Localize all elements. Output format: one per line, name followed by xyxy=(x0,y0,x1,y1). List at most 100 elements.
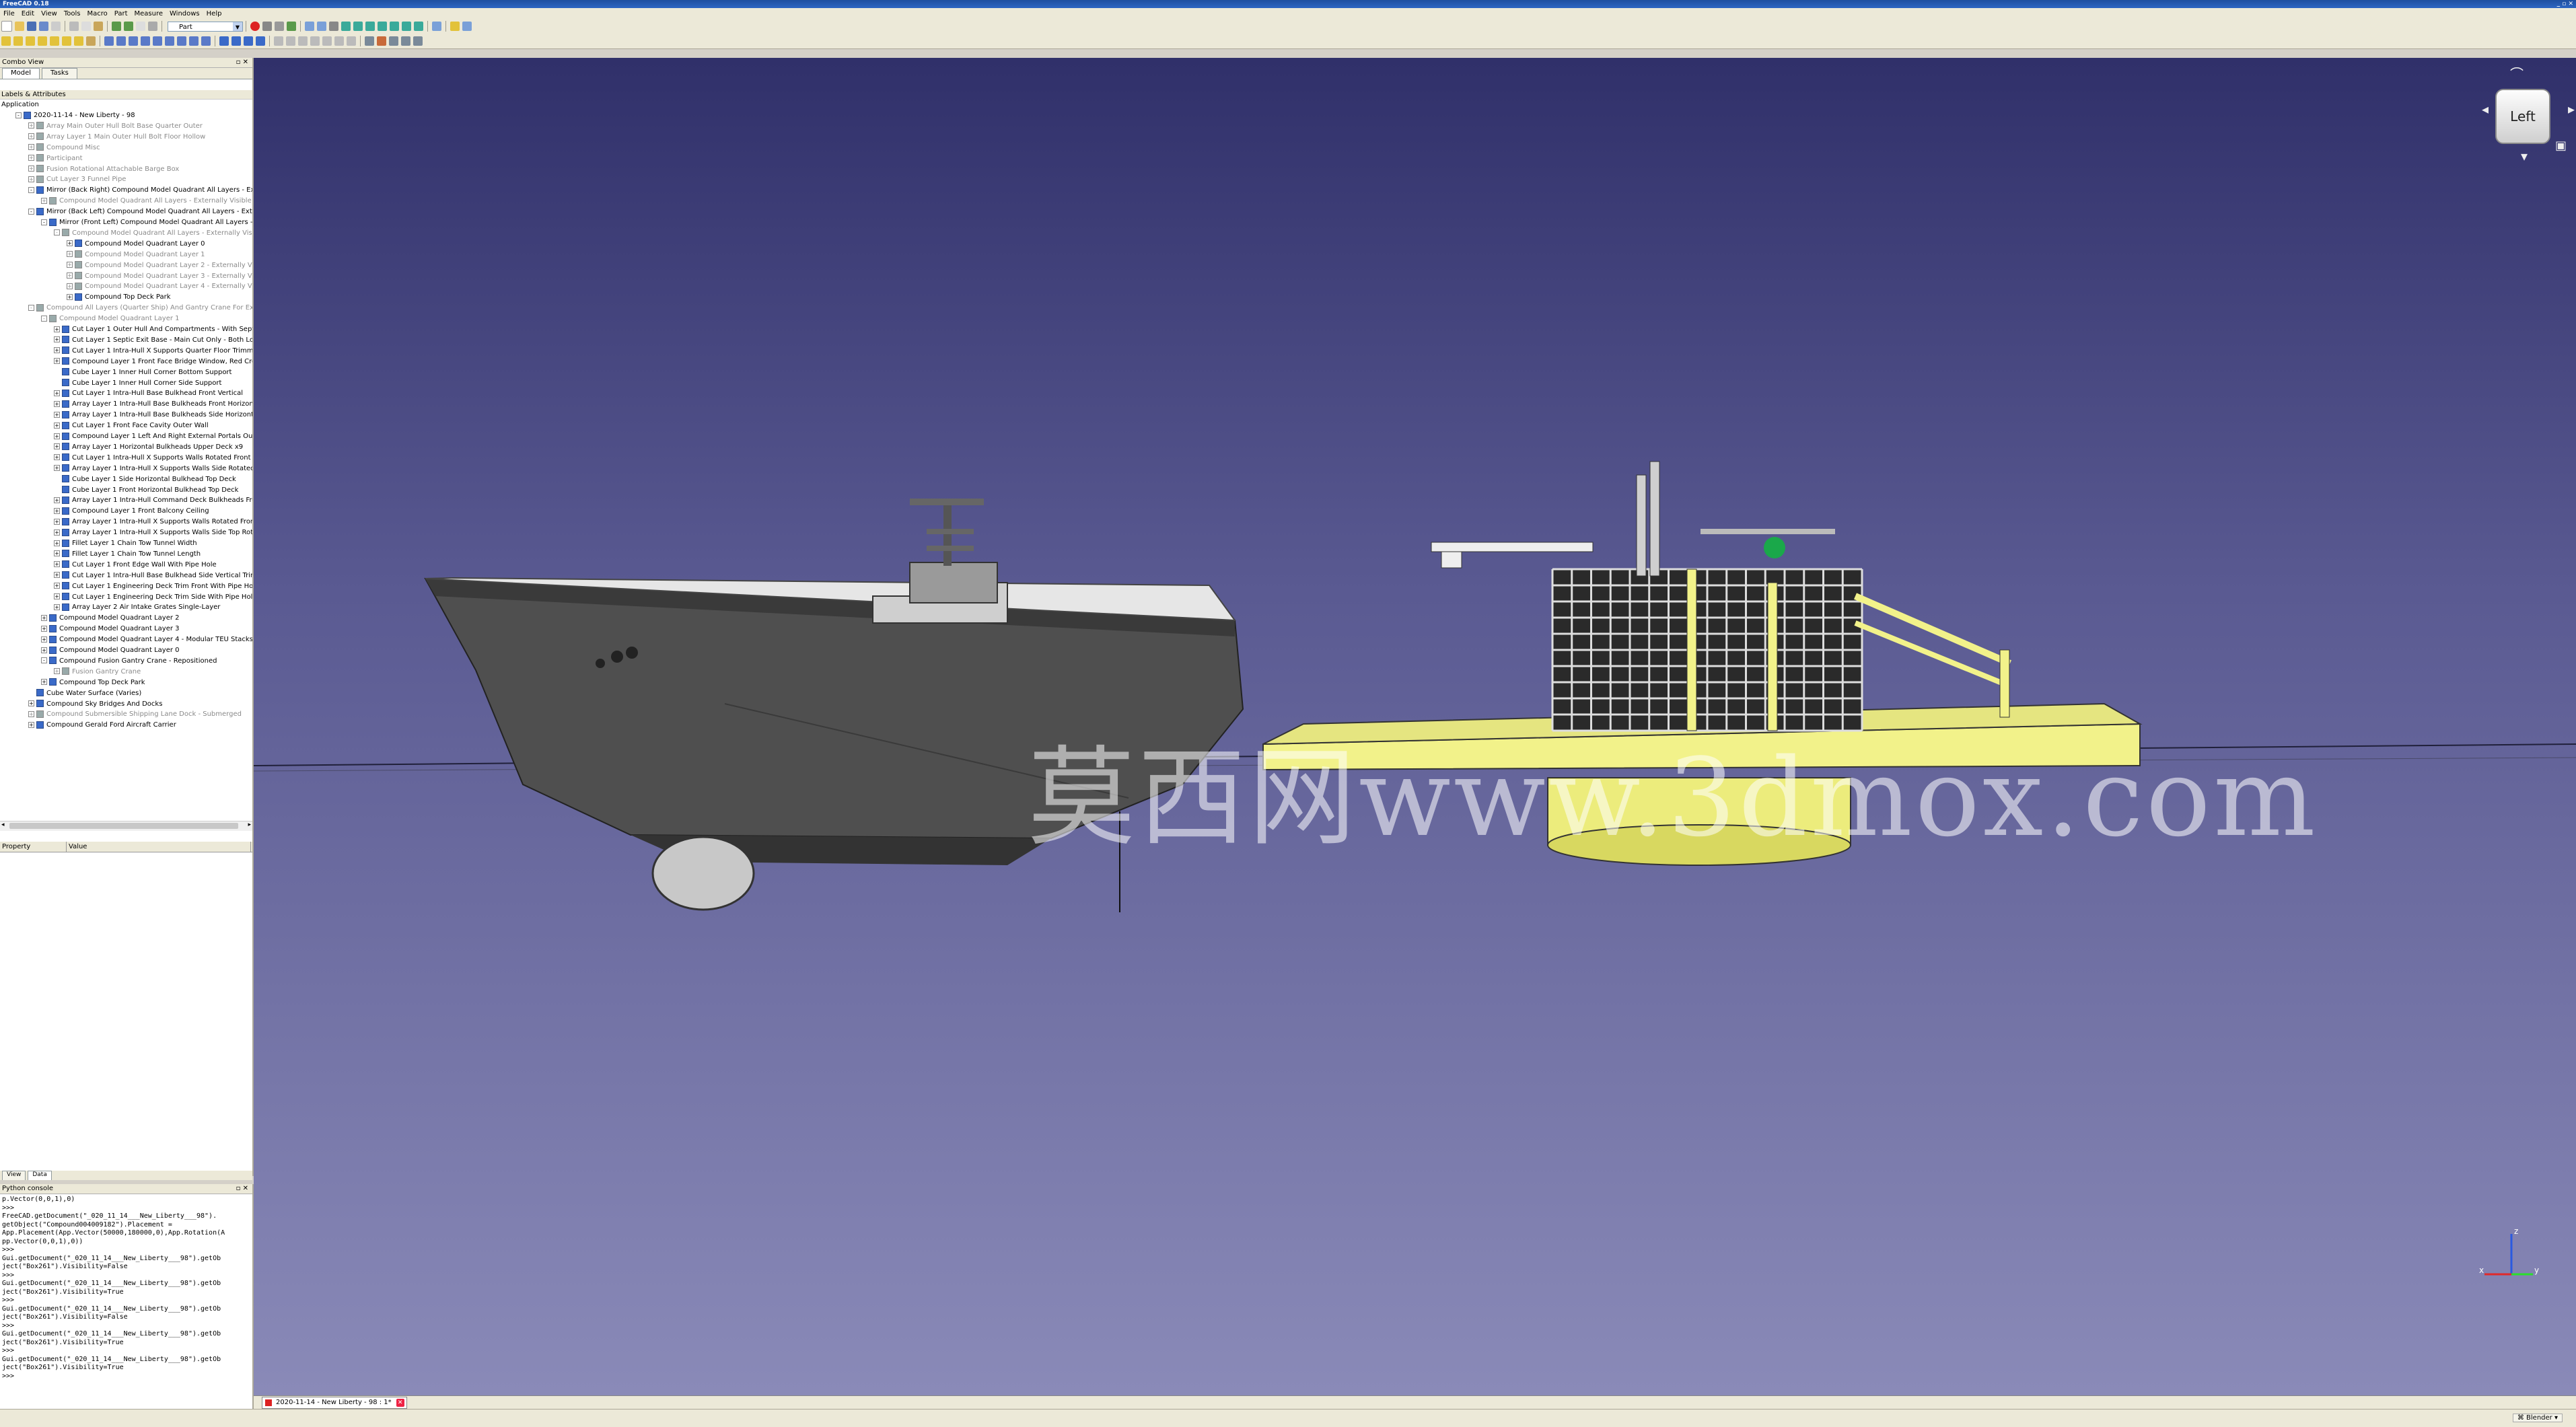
close-tab-icon[interactable]: ✕ xyxy=(396,1399,404,1407)
expand-icon[interactable]: + xyxy=(54,433,60,439)
print-icon[interactable] xyxy=(51,22,61,31)
menu-macro[interactable]: Macro xyxy=(83,10,110,17)
menu-measure[interactable]: Measure xyxy=(131,10,167,17)
open-icon[interactable] xyxy=(15,22,24,31)
expand-icon[interactable]: + xyxy=(54,465,60,472)
toggle-3d-icon[interactable] xyxy=(334,36,344,46)
rotate-up-icon[interactable]: ⌒ xyxy=(2510,63,2524,83)
tree-item[interactable]: + Cut Layer 3 Funnel Pipe xyxy=(0,174,252,184)
tab-view[interactable]: View xyxy=(2,1171,26,1180)
scroll-right-icon[interactable]: ▸ xyxy=(248,821,251,828)
fit-selection-icon[interactable] xyxy=(317,22,326,31)
tree-horizontal-scrollbar[interactable]: ◂ ▸ xyxy=(0,821,252,831)
expand-icon[interactable]: + xyxy=(67,272,73,279)
clear-all-icon[interactable] xyxy=(310,36,320,46)
workbench-selector[interactable]: Part ▼ xyxy=(168,21,243,32)
cross-sections-icon[interactable] xyxy=(401,36,410,46)
expand-icon[interactable]: + xyxy=(54,497,60,503)
expand-icon[interactable]: + xyxy=(28,144,34,151)
tree-item[interactable]: - Mirror (Front Left) Compound Model Quad… xyxy=(0,217,252,227)
cut-boolean-icon[interactable] xyxy=(231,36,241,46)
navigation-cube[interactable]: Left xyxy=(2495,89,2550,144)
tree-item[interactable]: + Participant xyxy=(0,153,252,163)
expand-icon[interactable]: + xyxy=(54,422,60,429)
tree-item[interactable]: + Compound Layer 1 Front Face Bridge Wind… xyxy=(0,357,252,367)
tree-item[interactable]: - Mirror (Back Left) Compound Model Quadr… xyxy=(0,207,252,217)
tree-item[interactable]: + Cut Layer 1 Engineering Deck Trim Front… xyxy=(0,581,252,591)
tree-item[interactable]: + Cut Layer 1 Outer Hull And Compartments… xyxy=(0,324,252,334)
menu-view[interactable]: View xyxy=(38,10,61,17)
expand-icon[interactable]: + xyxy=(41,636,47,643)
tree-item[interactable]: + Array Main Outer Hull Bolt Base Quarter… xyxy=(0,121,252,131)
shape-builder-icon[interactable] xyxy=(86,36,96,46)
tree-item[interactable]: + Array Layer 1 Intra-Hull Base Bulkheads… xyxy=(0,410,252,420)
rotate-left-icon[interactable]: ◂ xyxy=(2482,101,2489,117)
chamfer-icon[interactable] xyxy=(153,36,162,46)
expand-icon[interactable]: + xyxy=(41,647,47,653)
expand-icon[interactable]: + xyxy=(28,155,34,161)
view-right-icon[interactable] xyxy=(378,22,387,31)
cone-icon[interactable] xyxy=(38,36,47,46)
scroll-left-icon[interactable]: ◂ xyxy=(1,821,5,828)
tree-item[interactable]: + Array Layer 1 Intra-Hull X Supports Wal… xyxy=(0,517,252,527)
view-isometric-icon[interactable] xyxy=(341,22,351,31)
tree-item[interactable]: + Compound Model Quadrant Layer 0 xyxy=(0,645,252,655)
expand-icon[interactable]: + xyxy=(54,561,60,568)
tree-item[interactable]: + Compound Layer 1 Left And Right Externa… xyxy=(0,431,252,441)
primitives-icon[interactable] xyxy=(74,36,83,46)
save-icon[interactable] xyxy=(27,22,36,31)
tree-item[interactable]: + Compound Top Deck Park xyxy=(0,292,252,302)
tab-tasks[interactable]: Tasks xyxy=(42,68,77,79)
ruled-surface-icon[interactable] xyxy=(177,36,186,46)
tree-item[interactable]: + Compound Top Deck Park xyxy=(0,678,252,688)
tree-item[interactable]: + Compound Model Quadrant Layer 1 xyxy=(0,250,252,260)
scroll-thumb[interactable] xyxy=(9,823,238,829)
make-face-icon[interactable] xyxy=(165,36,174,46)
tree-item[interactable]: + Compound Model Quadrant Layer 4 - Exter… xyxy=(0,281,252,291)
expand-icon[interactable]: + xyxy=(54,347,60,354)
expand-icon[interactable]: + xyxy=(28,166,34,172)
tree-item[interactable]: - Compound All Layers (Quarter Ship) And … xyxy=(0,303,252,313)
expand-icon[interactable]: + xyxy=(54,326,60,332)
view-top-icon[interactable] xyxy=(365,22,375,31)
section-icon[interactable] xyxy=(389,36,398,46)
tree-item[interactable]: Cube Layer 1 Inner Hull Corner Side Supp… xyxy=(0,378,252,388)
tree-item[interactable]: + Array Layer 1 Intra-Hull X Supports Wal… xyxy=(0,464,252,474)
document-tab[interactable]: 2020-11-14 - New Liberty - 98 : 1* ✕ xyxy=(262,1397,407,1409)
navigation-style-selector[interactable]: ⌘ Blender ▾ xyxy=(2512,1414,2563,1422)
extrude-icon[interactable] xyxy=(104,36,114,46)
view-menu-icon[interactable]: ▣ xyxy=(2555,139,2567,153)
intersection-icon[interactable] xyxy=(256,36,265,46)
collapse-icon[interactable]: - xyxy=(41,315,47,322)
revolve-icon[interactable] xyxy=(116,36,126,46)
tree-item[interactable]: + Cut Layer 1 Front Edge Wall With Pipe H… xyxy=(0,560,252,570)
tree-item[interactable]: + Cut Layer 1 Intra-Hull Base Bulkhead Si… xyxy=(0,571,252,581)
python-dock-controls[interactable]: ▫ ✕ xyxy=(236,1184,248,1194)
tree-item[interactable]: + Compound Model Quadrant All Layers - Ex… xyxy=(0,196,252,206)
collapse-icon[interactable]: - xyxy=(28,186,34,193)
tree-item[interactable]: + Array Layer 1 Intra-Hull Base Bulkheads… xyxy=(0,399,252,409)
torus-icon[interactable] xyxy=(50,36,59,46)
expand-icon[interactable]: + xyxy=(28,710,34,717)
tree-item[interactable]: + Fusion Rotational Attachable Barge Box xyxy=(0,164,252,174)
macros-icon[interactable] xyxy=(275,22,284,31)
expand-icon[interactable]: + xyxy=(41,197,47,204)
tree-item[interactable]: + Array Layer 1 Horizontal Bulkheads Uppe… xyxy=(0,442,252,452)
fit-all-icon[interactable] xyxy=(305,22,314,31)
copy-icon[interactable] xyxy=(81,22,91,31)
menu-file[interactable]: File xyxy=(0,10,18,17)
expand-icon[interactable]: + xyxy=(54,668,60,675)
tree-item[interactable]: + Cut Layer 1 Intra-Hull Base Bulkhead Fr… xyxy=(0,388,252,398)
tree-item[interactable]: + Cut Layer 1 Intra-Hull X Supports Walls… xyxy=(0,453,252,463)
menu-tools[interactable]: Tools xyxy=(61,10,84,17)
tree-item[interactable]: + Compound Misc xyxy=(0,143,252,153)
tree-item[interactable]: + Fusion Gantry Crane xyxy=(0,667,252,677)
sweep-icon[interactable] xyxy=(201,36,211,46)
undo-icon[interactable] xyxy=(112,22,121,31)
expand-icon[interactable]: + xyxy=(67,251,73,258)
expand-icon[interactable]: + xyxy=(54,550,60,557)
collapse-icon[interactable]: - xyxy=(54,229,60,236)
fillet-icon[interactable] xyxy=(141,36,150,46)
expand-icon[interactable]: + xyxy=(28,700,34,706)
tree-item[interactable]: + Compound Model Quadrant Layer 0 xyxy=(0,239,252,249)
